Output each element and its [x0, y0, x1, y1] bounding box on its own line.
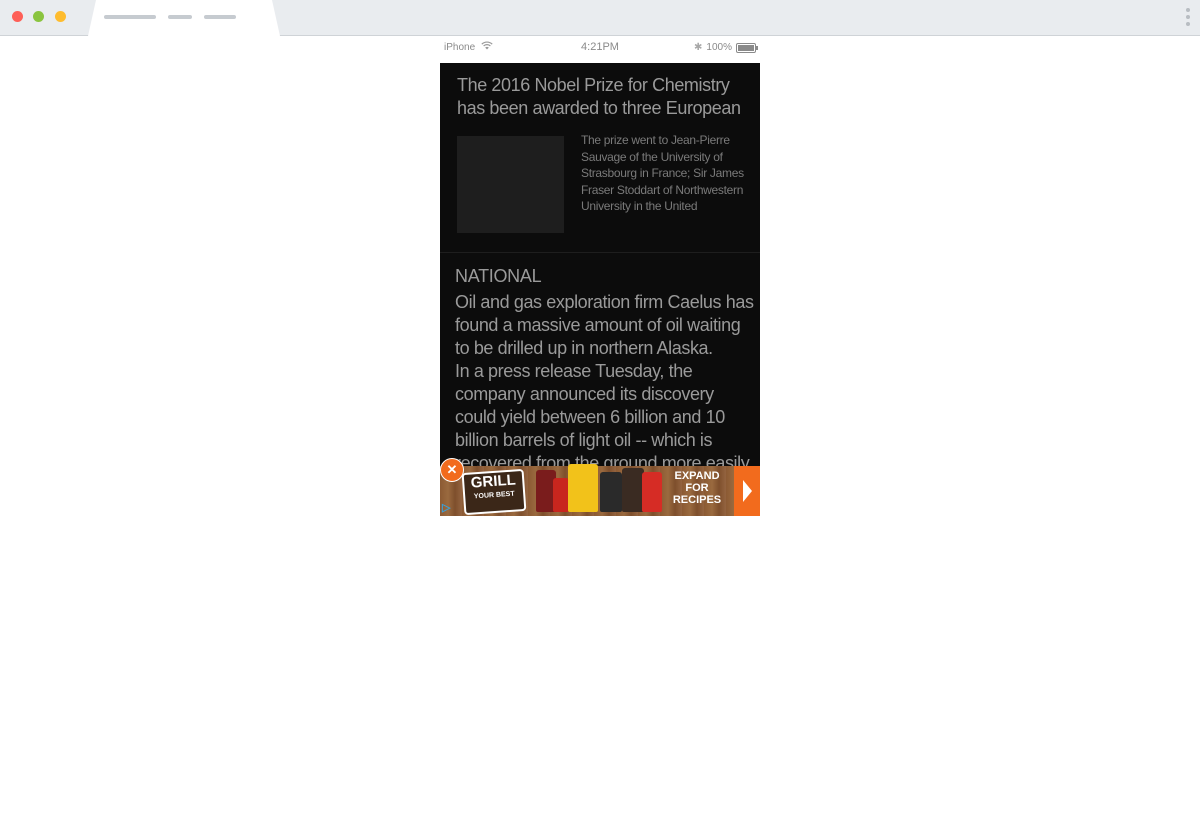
app-screen[interactable]: The 2016 Nobel Prize for Chemistry has b…	[440, 63, 760, 516]
sauce-bottle-image	[553, 478, 569, 512]
ad-choices-icon[interactable]: ▷	[442, 501, 450, 514]
tab-title-placeholder	[168, 15, 192, 19]
ad-expand-arrow-icon[interactable]	[734, 466, 760, 516]
story-headline[interactable]: The 2016 Nobel Prize for Chemistry has b…	[457, 74, 757, 120]
phone-status-bar: iPhone 4:21PM ✱ 100%	[440, 38, 760, 62]
story-thumbnail[interactable]	[457, 136, 564, 233]
battery-percent: 100%	[706, 42, 732, 53]
bluetooth-icon: ✱	[694, 42, 703, 53]
maximize-window-button[interactable]	[33, 11, 44, 22]
mustard-bottle-image	[568, 464, 598, 512]
close-window-button[interactable]	[12, 11, 23, 22]
banner-ad[interactable]: GRILL YOUR BEST EXPAND FOR RECIPES ✕ ▷	[440, 458, 760, 516]
ad-logo: GRILL YOUR BEST	[461, 468, 527, 516]
sauce-bottle-image	[642, 472, 662, 512]
ad-cta-label[interactable]: EXPAND FOR RECIPES	[666, 470, 728, 506]
browser-chrome	[0, 0, 1200, 36]
tab-title-placeholder	[104, 15, 156, 19]
browser-menu-icon[interactable]	[1186, 8, 1190, 29]
sauce-bottle-image	[622, 468, 644, 512]
ad-close-icon[interactable]: ✕	[440, 458, 464, 482]
story-card[interactable]: The 2016 Nobel Prize for Chemistry has b…	[440, 63, 760, 253]
article-paragraph: Oil and gas exploration firm Caelus has …	[455, 292, 754, 358]
section-label: NATIONAL	[455, 266, 542, 286]
battery-icon	[736, 42, 758, 53]
sauce-bottle-image	[600, 472, 622, 512]
browser-tab[interactable]	[88, 0, 280, 36]
tab-title-placeholder	[204, 15, 236, 19]
story-summary: The prize went to Jean-Pierre Sauvage of…	[581, 133, 744, 213]
minimize-window-button[interactable]	[55, 11, 66, 22]
